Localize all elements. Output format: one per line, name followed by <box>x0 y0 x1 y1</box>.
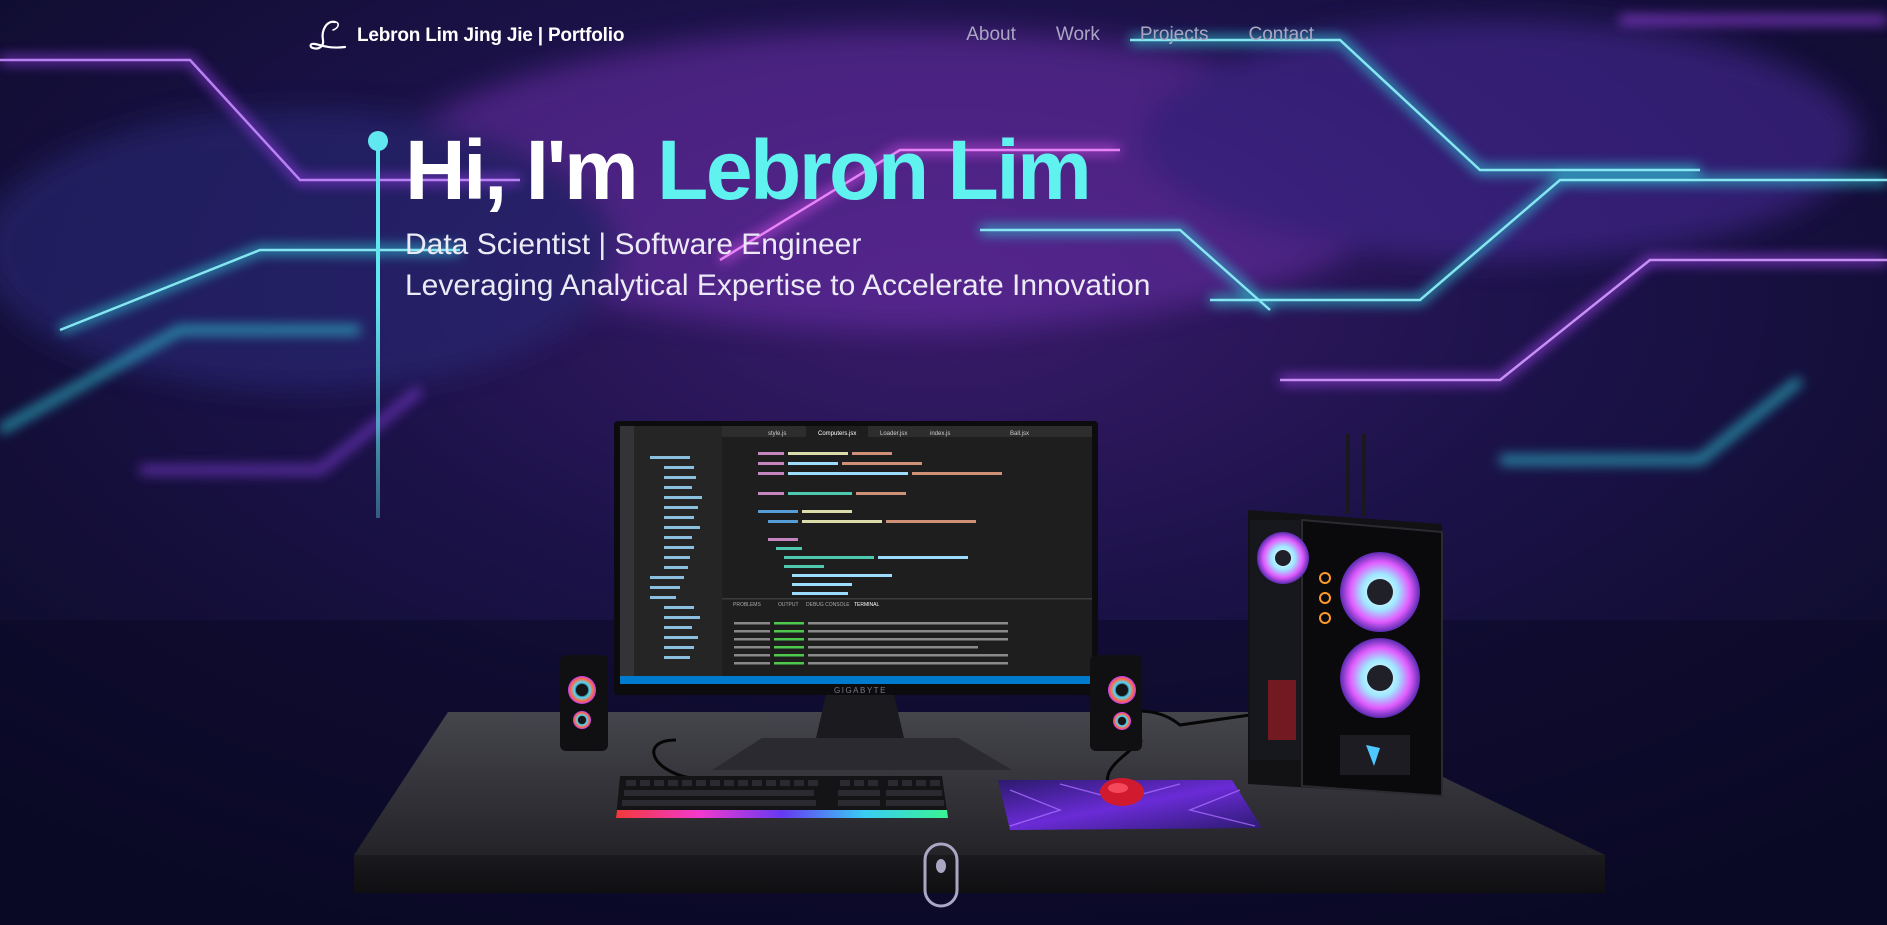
monitor-panel-tab-3: DEBUG CONSOLE <box>806 602 850 608</box>
nav-link-contact[interactable]: Contact <box>1249 24 1314 46</box>
hero-section: Hi, I'm Lebron Lim Data Scientist | Soft… <box>405 120 1150 306</box>
speaker-left <box>560 655 608 751</box>
nav-link-about[interactable]: About <box>966 24 1016 46</box>
brand-link[interactable]: Lebron Lim Jing Jie | Portfolio <box>307 18 624 54</box>
speaker-right <box>1090 655 1142 751</box>
nav-link-projects[interactable]: Projects <box>1140 24 1209 46</box>
hero-title-prefix: Hi, I'm <box>405 123 658 217</box>
monitor-stand-neck <box>816 695 904 738</box>
monitor-brand: GIGABYTE <box>834 686 887 695</box>
hero-title: Hi, I'm Lebron Lim <box>405 120 1150 220</box>
desk-front <box>354 855 1605 893</box>
monitor-panel-tab-4: TERMINAL <box>854 602 880 608</box>
logo-icon <box>309 20 347 50</box>
monitor-panel-tab-1: PROBLEMS <box>733 602 761 608</box>
monitor-tab-1: style.js <box>768 431 786 437</box>
hero-accent-bar <box>376 150 380 518</box>
nav-links: About Work Projects Contact <box>966 24 1314 46</box>
hero-title-name: Lebron Lim <box>657 123 1092 217</box>
hero-accent-dot <box>368 131 388 151</box>
pc-tower <box>1248 434 1443 798</box>
brand-title: Lebron Lim Jing Jie | Portfolio <box>357 25 625 46</box>
monitor-tab-2: Computers.jsx <box>818 431 856 437</box>
navbar: Lebron Lim Jing Jie | Portfolio About Wo… <box>0 0 1887 72</box>
monitor-tab-4: index.js <box>930 431 950 437</box>
monitor-panel-tab-2: OUTPUT <box>778 602 799 608</box>
monitor-tab-3: Loader.jsx <box>880 431 907 437</box>
monitor-tab-5: Ball.jsx <box>1010 431 1029 437</box>
hero-subtitle: Data Scientist | Software Engineer Lever… <box>405 224 1150 306</box>
hero-subtitle-line2: Leveraging Analytical Expertise to Accel… <box>405 269 1151 302</box>
hero-subtitle-line1: Data Scientist | Software Engineer <box>405 228 862 261</box>
scroll-down-icon[interactable] <box>923 842 959 908</box>
nav-link-work[interactable]: Work <box>1056 24 1100 46</box>
